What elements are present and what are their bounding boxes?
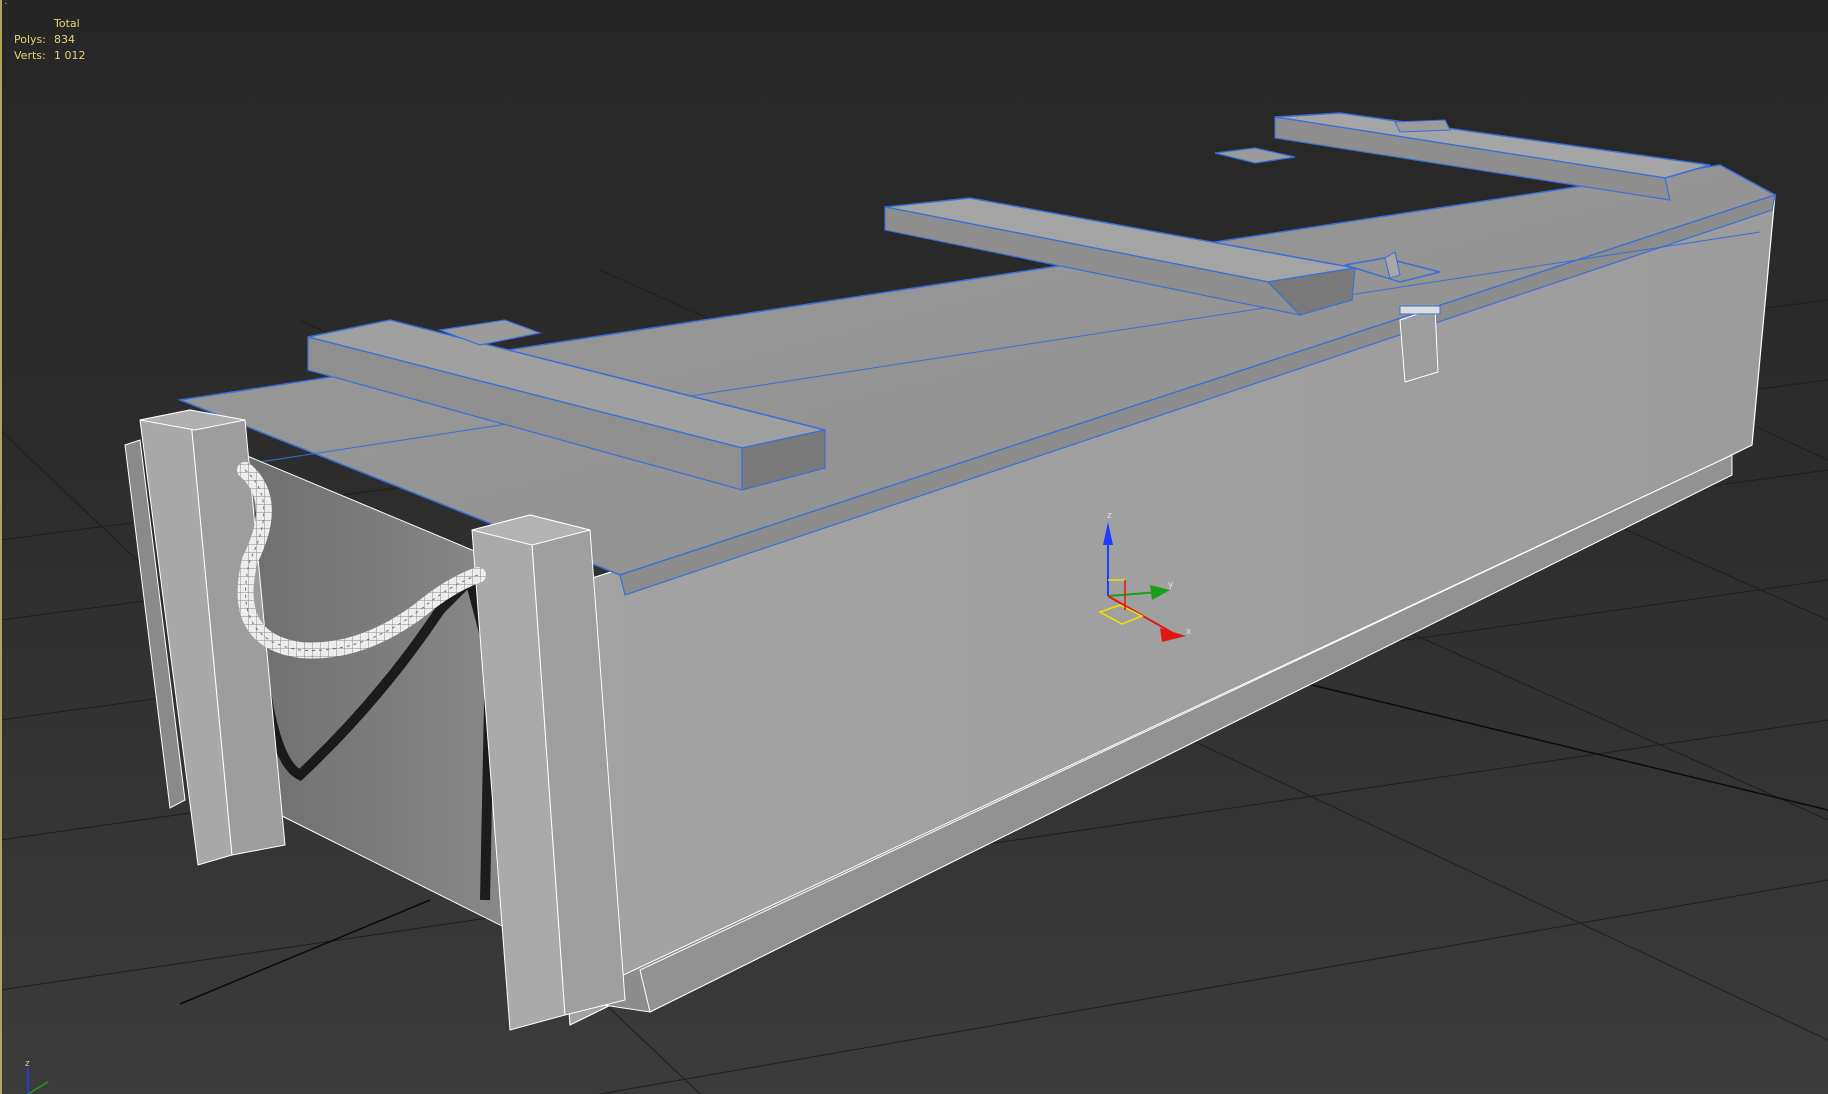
world-axis-y [179, 899, 431, 1005]
stats-polys-value: 834 [54, 33, 75, 46]
statistics-overlay: Total Polys: 834 Verts: 1 012 [14, 16, 86, 64]
gizmo-x-label: x [1186, 627, 1192, 637]
gizmo-y-label: y [1168, 580, 1174, 590]
lid-tab-3 [1394, 119, 1451, 133]
viewport-label-menu[interactable]: : [4, 0, 7, 7]
stats-verts-label: Verts: [14, 49, 46, 62]
perspective-viewport[interactable]: z y x z : Total Polys: 834 Verts: 1 012 [0, 0, 1828, 1094]
gizmo-z-label: z [1107, 511, 1112, 521]
stats-verts-value: 1 012 [54, 49, 86, 62]
lid-batten-3 [1274, 112, 1711, 201]
corner-axis-tripod: z [25, 1059, 49, 1094]
stats-polys-label: Polys: [14, 33, 46, 46]
stats-header: Total [54, 17, 80, 30]
lid-tab-2 [1214, 147, 1296, 164]
stats-verts-row: Verts: 1 012 [14, 48, 86, 64]
scene-canvas[interactable]: z y x z [0, 0, 1828, 1094]
corner-axis-z-label: z [25, 1059, 30, 1069]
stats-polys-row: Polys: 834 [14, 32, 86, 48]
viewport-active-border [0, 0, 2, 1094]
